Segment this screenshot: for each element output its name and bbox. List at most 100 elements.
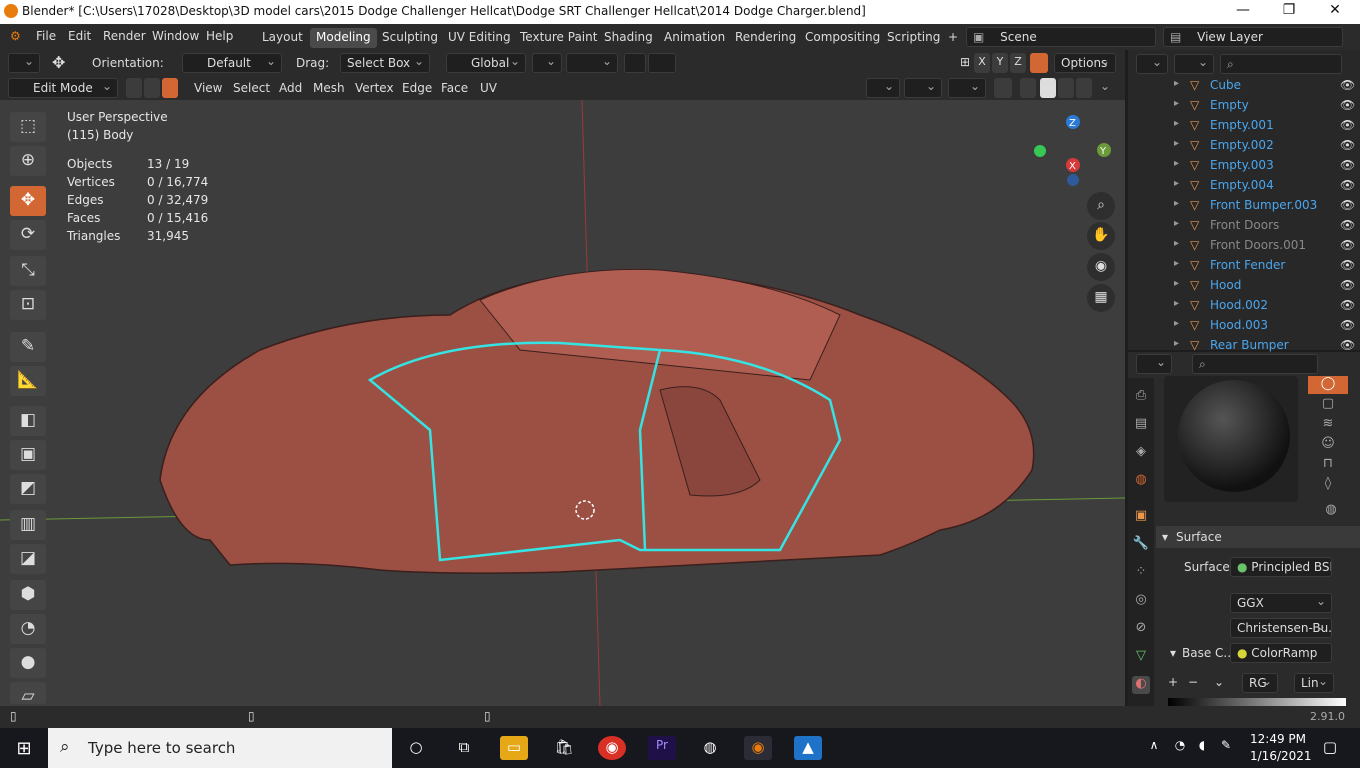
taskbar-search[interactable]: ⌕ Type here to search — [48, 728, 392, 768]
expand-arrow-icon[interactable]: ▸ — [1174, 338, 1179, 349]
blender-menu-icon[interactable]: ⚙ — [10, 29, 21, 43]
outliner-item[interactable]: ▸ ▽ Front Doors.001 👁 — [1128, 235, 1360, 255]
pen-icon[interactable]: ✎ — [1212, 736, 1240, 760]
knife-tool-icon[interactable]: ◪ — [10, 544, 46, 574]
mirror-x-button[interactable]: X — [974, 53, 990, 73]
snapping-dropdown[interactable] — [566, 53, 618, 73]
visibility-eye-icon[interactable]: 👁 — [1340, 158, 1355, 172]
outliner-search-input[interactable]: ⌕ — [1220, 54, 1342, 74]
subsurface-method-dropdown[interactable]: Christensen-Bu... — [1230, 618, 1332, 638]
particles-tab-icon[interactable]: ⁘ — [1132, 564, 1150, 582]
poly-build-tool-icon[interactable]: ⬢ — [10, 580, 46, 610]
proportional-editing-toggle[interactable] — [624, 53, 646, 73]
tab-compositing[interactable]: Compositing — [799, 28, 886, 48]
menu-edit[interactable]: Edit — [68, 29, 91, 43]
tab-rendering[interactable]: Rendering — [729, 28, 802, 48]
expand-arrow-icon[interactable]: ▸ — [1174, 158, 1179, 169]
object-tab-icon[interactable]: ▣ — [1132, 508, 1150, 526]
notifications-icon[interactable]: ▢ — [1316, 736, 1344, 760]
show-hidden-icons[interactable]: ∧ — [1140, 736, 1168, 760]
viewport-menu-edge[interactable]: Edge — [402, 81, 432, 95]
outliner-editor-type[interactable] — [1136, 54, 1168, 74]
tab-modeling[interactable]: Modeling — [310, 28, 377, 48]
maximize-button[interactable]: ❐ — [1266, 2, 1312, 18]
visibility-eye-icon[interactable]: 👁 — [1340, 338, 1355, 352]
wireframe-shading-button[interactable] — [1020, 78, 1036, 98]
outliner-item[interactable]: ▸ ▽ Hood 👁 — [1128, 275, 1360, 295]
preview-fluid-icon[interactable]: ◊ — [1308, 476, 1348, 494]
outliner-item[interactable]: ▸ ▽ Hood.002 👁 — [1128, 295, 1360, 315]
chrome-icon[interactable]: ◉ — [598, 736, 626, 760]
expand-arrow-icon[interactable]: ▸ — [1174, 218, 1179, 229]
cortana-icon[interactable]: ○ — [402, 736, 430, 760]
view-layer-tab-icon[interactable]: ◈ — [1132, 444, 1150, 462]
outliner-item[interactable]: ▸ ▽ Empty 👁 — [1128, 95, 1360, 115]
pan-hand-icon[interactable]: ✋ — [1087, 222, 1115, 250]
visibility-eye-icon[interactable]: 👁 — [1340, 98, 1355, 112]
world-preview-toggle-icon[interactable]: ◍ — [1322, 502, 1340, 520]
options-dropdown[interactable]: Options — [1054, 53, 1116, 73]
clock-date[interactable]: 1/16/2021 — [1250, 749, 1312, 763]
ramp-color-mode-dropdown[interactable]: RG — [1242, 673, 1278, 693]
editor-type-dropdown[interactable] — [8, 53, 40, 73]
visibility-eye-icon[interactable]: 👁 — [1340, 78, 1355, 92]
clock-time[interactable]: 12:49 PM — [1250, 732, 1306, 746]
close-button[interactable]: ✕ — [1312, 2, 1358, 18]
edge-select-button[interactable] — [144, 78, 160, 98]
outliner-item[interactable]: ▸ ▽ Empty.004 👁 — [1128, 175, 1360, 195]
expand-arrow-icon[interactable]: ▸ — [1174, 118, 1179, 129]
cursor-tool-icon[interactable]: ⊕ — [10, 146, 46, 176]
surface-shader-field[interactable]: ● Principled BSDF — [1230, 557, 1332, 577]
outliner-item[interactable]: ▸ ▽ Empty.003 👁 — [1128, 155, 1360, 175]
tab-scripting[interactable]: Scripting — [881, 28, 946, 48]
data-tab-icon[interactable]: ▽ — [1132, 648, 1150, 666]
ortho-grid-icon[interactable]: ▦ — [1087, 284, 1115, 312]
expand-arrow-icon[interactable]: ▸ — [1174, 298, 1179, 309]
visibility-eye-icon[interactable]: 👁 — [1340, 198, 1355, 212]
tab-uv-editing[interactable]: UV Editing — [442, 28, 517, 48]
3d-viewport[interactable]: Z Y X User Perspective (115) Body Object… — [0, 100, 1125, 706]
expand-arrow-icon[interactable]: ▸ — [1174, 258, 1179, 269]
mirror-z-button[interactable]: Z — [1010, 53, 1026, 73]
auto-merge-toggle[interactable] — [1030, 53, 1048, 73]
base-color-collapse-icon[interactable]: ▾ — [1170, 646, 1176, 660]
blender-taskbar-icon[interactable]: ◉ — [744, 736, 772, 760]
view-layer-selector[interactable]: ▤ View Layer — [1163, 27, 1343, 47]
add-workspace-button[interactable]: + — [942, 28, 964, 48]
menu-window[interactable]: Window — [152, 29, 199, 43]
tab-texture-paint[interactable]: Texture Paint — [514, 28, 603, 48]
expand-arrow-icon[interactable]: ▸ — [1174, 98, 1179, 109]
visibility-eye-icon[interactable]: 👁 — [1340, 298, 1355, 312]
outliner-item[interactable]: ▸ ▽ Front Bumper.003 👁 — [1128, 195, 1360, 215]
base-color-field[interactable]: ● ColorRamp — [1230, 643, 1332, 663]
outliner-item[interactable]: ▸ ▽ Front Doors 👁 — [1128, 215, 1360, 235]
tab-sculpting[interactable]: Sculpting — [376, 28, 444, 48]
steam-icon[interactable]: ◍ — [696, 736, 724, 760]
viewport-menu-face[interactable]: Face — [441, 81, 468, 95]
move-tool-icon[interactable]: ✥ — [52, 53, 65, 72]
visibility-eye-icon[interactable]: 👁 — [1340, 118, 1355, 132]
extrude-tool-icon[interactable]: ◧ — [10, 406, 46, 436]
visibility-eye-icon[interactable]: 👁 — [1340, 278, 1355, 292]
ramp-interpolation-dropdown[interactable]: Lin — [1294, 673, 1334, 693]
remove-stop-button[interactable]: − — [1188, 675, 1198, 689]
color-ramp-bar[interactable] — [1168, 698, 1346, 706]
bevel-tool-icon[interactable]: ◩ — [10, 474, 46, 504]
preview-monkey-icon[interactable]: ☺ — [1308, 436, 1348, 454]
shear-tool-icon[interactable]: ▱ — [10, 682, 46, 706]
transform-orientation-dropdown[interactable]: Global — [446, 53, 526, 73]
falloff-dropdown[interactable] — [648, 53, 676, 73]
move-tool-button-icon[interactable]: ✥ — [10, 186, 46, 216]
vertex-select-button[interactable] — [126, 78, 142, 98]
outliner-item[interactable]: ▸ ▽ Hood.003 👁 — [1128, 315, 1360, 335]
visibility-eye-icon[interactable]: 👁 — [1340, 218, 1355, 232]
distribution-dropdown[interactable]: GGX — [1230, 593, 1332, 613]
tab-shading[interactable]: Shading — [598, 28, 659, 48]
viewport-menu-vertex[interactable]: Vertex — [355, 81, 394, 95]
visibility-dropdown[interactable] — [866, 78, 900, 98]
inset-tool-icon[interactable]: ▣ — [10, 440, 46, 470]
preview-sphere-icon[interactable]: ◯ — [1308, 376, 1348, 394]
output-tab-icon[interactable]: ▤ — [1132, 416, 1150, 434]
store-icon[interactable]: 🛍 — [550, 736, 578, 760]
expand-arrow-icon[interactable]: ▸ — [1174, 78, 1179, 89]
